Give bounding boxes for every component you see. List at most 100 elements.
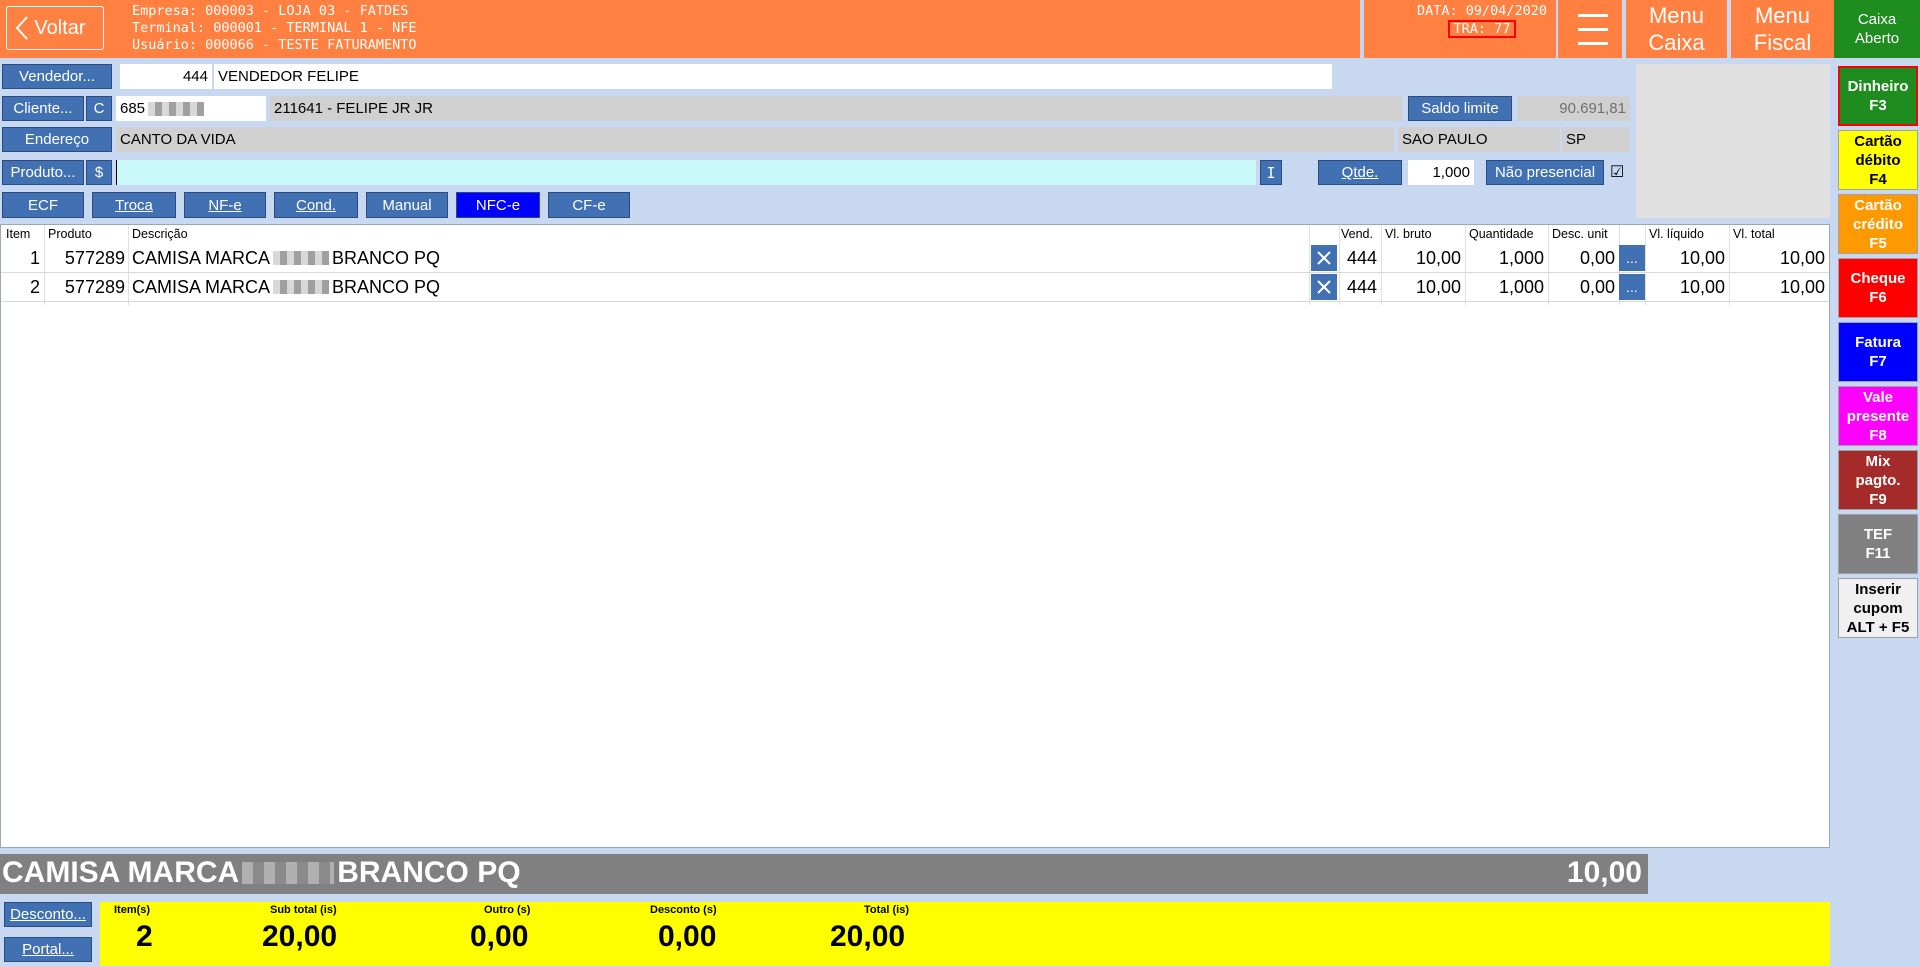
- total-label: Total (is): [864, 904, 910, 916]
- cell-desc-unit: 0,00: [1579, 276, 1615, 297]
- inserir-cupom-button[interactable]: Inserir cupom ALT + F5: [1838, 578, 1918, 638]
- pay-fatura-label: Fatura: [1855, 334, 1901, 351]
- pay-vale-key: F8: [1869, 426, 1887, 444]
- portal-button[interactable]: Portal...: [4, 937, 92, 962]
- item-options-button[interactable]: ...: [1619, 274, 1645, 300]
- col-header-desc-unit: Desc. unit: [1552, 227, 1608, 241]
- produto-button[interactable]: Produto...: [2, 160, 84, 185]
- session-info: Empresa: 000003 - LOJA 03 - FATDES Termin…: [132, 3, 416, 54]
- pay-fatura-button[interactable]: Fatura F7: [1838, 322, 1918, 382]
- menu-caixa-label-2: Caixa: [1648, 30, 1705, 55]
- pay-fatura-key: F7: [1869, 353, 1887, 370]
- col-header-quantidade: Quantidade: [1469, 227, 1534, 241]
- remove-item-button[interactable]: [1311, 245, 1337, 271]
- total-value: 20,00: [830, 920, 906, 953]
- pay-dinheiro-button[interactable]: Dinheiro F3: [1838, 66, 1918, 126]
- pay-mix-label-1: Mix: [1865, 452, 1891, 470]
- pay-credito-button[interactable]: Cartão crédito F5: [1838, 194, 1918, 254]
- pay-tef-label: TEF: [1863, 526, 1893, 543]
- menu-caixa-label-1: Menu: [1648, 3, 1705, 28]
- hamburger-menu-button[interactable]: [1556, 0, 1624, 58]
- produto-price-button[interactable]: $: [86, 160, 112, 185]
- menu-caixa-button[interactable]: Menu Caixa: [1626, 0, 1730, 58]
- table-row[interactable]: 2 577289 CAMISA MARCA BRANCO PQ 444 10,00…: [1, 273, 1829, 302]
- cell-produto: 577289: [64, 247, 125, 268]
- menu-fiscal-button[interactable]: Menu Fiscal: [1731, 0, 1834, 58]
- vendedor-button[interactable]: Vendedor...: [2, 64, 112, 89]
- tab-cond[interactable]: Cond.: [274, 192, 358, 218]
- terminal-text: Terminal: 000001 - TERMINAL 1 - NFE: [132, 20, 417, 36]
- pay-dinheiro-label: Dinheiro: [1847, 78, 1909, 95]
- cell-produto: 577289: [64, 276, 125, 297]
- nao-presencial-checkbox[interactable]: ☑: [1610, 162, 1630, 182]
- caixa-status-label-2: Aberto: [1854, 30, 1900, 47]
- descricao-part-a: CAMISA MARCA: [132, 276, 271, 297]
- tab-manual[interactable]: Manual: [366, 192, 448, 218]
- cell-vend: 444: [1346, 276, 1377, 297]
- cliente-code-text: 685: [120, 100, 146, 117]
- inserir-cupom-label-1: Inserir: [1855, 580, 1901, 598]
- cell-quantidade: 1,000: [1498, 276, 1544, 297]
- item-options-button[interactable]: ...: [1619, 245, 1645, 271]
- nao-presencial-button[interactable]: Não presencial: [1486, 160, 1604, 185]
- pay-vale-presente-button[interactable]: Vale presente F8: [1838, 386, 1918, 446]
- endereco-button[interactable]: Endereço: [2, 127, 112, 152]
- remove-item-button[interactable]: [1311, 274, 1337, 300]
- cliente-c-button[interactable]: C: [86, 96, 112, 121]
- endereco-field: CANTO DA VIDA: [116, 127, 1394, 152]
- pay-vale-label-1: Vale: [1862, 388, 1894, 406]
- qtde-input[interactable]: 1,000: [1408, 160, 1474, 185]
- cell-vend: 444: [1346, 247, 1377, 268]
- cliente-code-field[interactable]: 685: [116, 96, 266, 121]
- produto-input[interactable]: [116, 160, 1256, 185]
- menu-fiscal-label-2: Fiscal: [1753, 30, 1812, 55]
- close-icon: [1317, 280, 1331, 294]
- tab-troca[interactable]: Troca: [92, 192, 176, 218]
- desconto-button[interactable]: Desconto...: [4, 902, 92, 927]
- pay-credito-key: F5: [1869, 234, 1887, 252]
- vendedor-code-field[interactable]: 444: [120, 64, 212, 89]
- tab-ecf[interactable]: ECF: [2, 192, 84, 218]
- pay-tef-button[interactable]: TEF F11: [1838, 514, 1918, 574]
- pay-dinheiro-key: F3: [1869, 97, 1887, 114]
- usuario-text: Usuário: 000066 - TESTE FATURAMENTO: [132, 37, 417, 53]
- table-row[interactable]: 1 577289 CAMISA MARCA BRANCO PQ 444 10,00…: [1, 244, 1829, 273]
- pay-debito-key: F4: [1869, 170, 1887, 188]
- cell-vl-bruto: 10,00: [1415, 276, 1461, 297]
- items-table: Item Produto Descrição Vend. Vl. bruto Q…: [0, 224, 1830, 848]
- hamburger-icon-bar: [1578, 42, 1608, 45]
- items-count-label: Item(s): [114, 904, 151, 916]
- pay-mix-label-2: pagto.: [1855, 471, 1901, 489]
- cell-item: 1: [29, 247, 40, 268]
- col-header-vl-liquido: Vl. líquido: [1649, 227, 1704, 241]
- col-header-vl-total: Vl. total: [1733, 227, 1775, 241]
- cell-vl-liquido: 10,00: [1679, 247, 1725, 268]
- tab-nfe[interactable]: NF-e: [184, 192, 266, 218]
- desconto-total-label: Desconto (s): [650, 904, 717, 916]
- descricao-part-a: CAMISA MARCA: [132, 247, 271, 268]
- current-product-description: CAMISA MARCA BRANCO PQ: [2, 856, 521, 890]
- pay-mix-button[interactable]: Mix pagto. F9: [1838, 450, 1918, 510]
- back-button[interactable]: Voltar: [6, 6, 104, 50]
- cell-item: 2: [29, 276, 40, 297]
- pay-credito-label-2: crédito: [1852, 215, 1903, 233]
- tab-cfe[interactable]: CF-e: [548, 192, 630, 218]
- qtde-button[interactable]: Qtde.: [1318, 160, 1402, 185]
- caixa-status-label-1: Caixa: [1857, 11, 1897, 28]
- descricao-part-b: BRANCO PQ: [332, 247, 441, 268]
- uf-field: SP: [1562, 127, 1630, 152]
- cidade-field: SAO PAULO: [1398, 127, 1560, 152]
- tra-badge: TRA: 77: [1447, 20, 1517, 38]
- cell-quantidade: 1,000: [1498, 247, 1544, 268]
- tab-nfce[interactable]: NFC-e: [456, 192, 540, 218]
- cell-vl-total: 10,00: [1779, 276, 1825, 297]
- saldo-limite-button[interactable]: Saldo limite: [1408, 96, 1512, 121]
- cliente-button[interactable]: Cliente...: [2, 96, 84, 121]
- inserir-cupom-label-2: cupom: [1853, 599, 1903, 617]
- produto-info-button[interactable]: I: [1260, 160, 1282, 185]
- chevron-left-icon: [15, 16, 28, 40]
- subtotal-label: Sub total (is): [270, 904, 337, 916]
- pay-cheque-button[interactable]: Cheque F6: [1838, 258, 1918, 318]
- pay-debito-label-2: débito: [1855, 151, 1901, 169]
- pay-debito-button[interactable]: Cartão débito F4: [1838, 130, 1918, 190]
